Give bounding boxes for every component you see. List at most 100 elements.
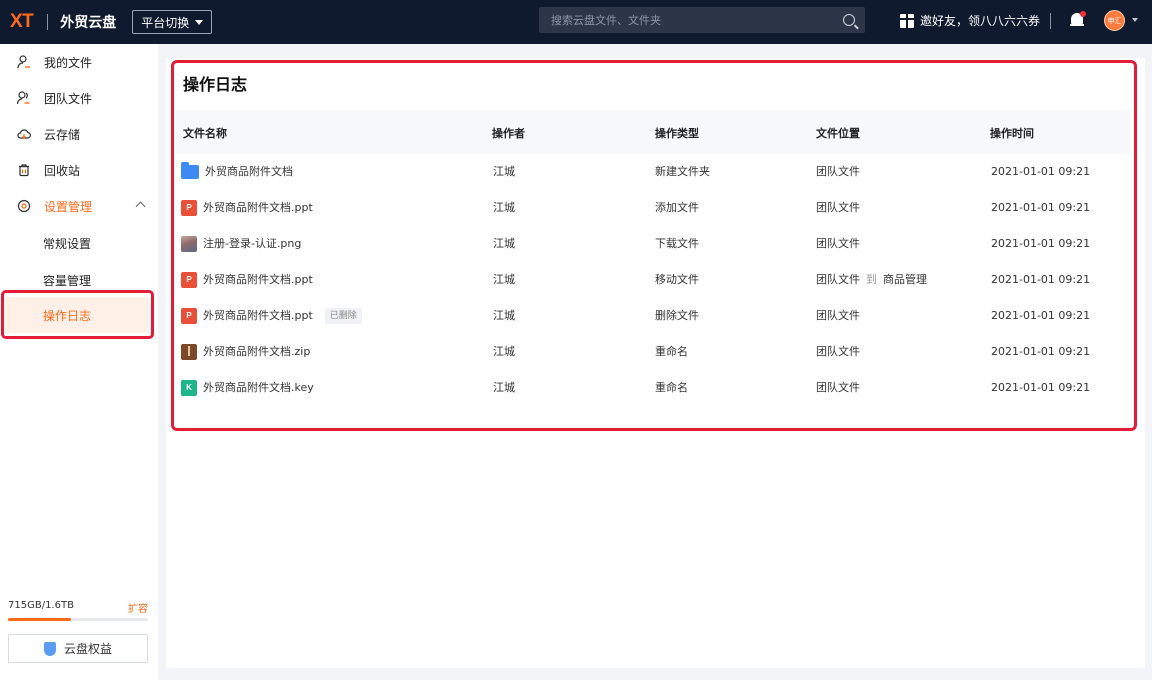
location-cell: 团队文件 bbox=[816, 226, 860, 262]
file-name[interactable]: 外贸商品附件文档.ppt bbox=[203, 262, 313, 298]
operation-type-cell: 重命名 bbox=[655, 345, 688, 358]
ppt-file-icon: P bbox=[181, 308, 197, 324]
divider bbox=[47, 14, 49, 30]
storage-bar-fill bbox=[8, 618, 71, 621]
search-input[interactable] bbox=[551, 13, 843, 27]
operation-type-cell: 下载文件 bbox=[655, 237, 699, 250]
file-name-cell: 外贸商品附件文档.zip bbox=[181, 334, 310, 370]
column-header-file-name: 文件名称 bbox=[183, 127, 227, 140]
file-name[interactable]: 外贸商品附件文档.ppt bbox=[203, 298, 313, 334]
app-name: 外贸云盘 bbox=[60, 15, 117, 31]
file-name[interactable]: 外贸商品附件文档 bbox=[205, 154, 293, 190]
divider bbox=[1050, 13, 1051, 29]
file-name-cell: 外贸商品附件文档 bbox=[181, 154, 293, 190]
column-header-location: 文件位置 bbox=[816, 127, 860, 140]
sidebar-item-my-files[interactable]: 我的文件 bbox=[0, 44, 158, 80]
sidebar-item-team-files[interactable]: 团队文件 bbox=[0, 80, 158, 116]
file-name-cell: P 外贸商品附件文档.ppt bbox=[181, 262, 313, 298]
search-box[interactable] bbox=[539, 7, 865, 33]
file-name-cell: 注册-登录-认证.png bbox=[181, 226, 301, 262]
time-cell: 2021-01-01 09:21 bbox=[991, 273, 1091, 286]
sidebar-item-recycle-bin[interactable]: 回收站 bbox=[0, 152, 158, 188]
sidebar-item-cloud-storage[interactable]: 云存储 bbox=[0, 116, 158, 152]
folder-icon bbox=[181, 162, 199, 179]
location-target: 商品管理 bbox=[883, 273, 927, 286]
location-to-word: 到 bbox=[866, 273, 877, 286]
sidebar-subitem-capacity[interactable]: 容量管理 bbox=[0, 262, 158, 298]
operation-type-cell: 移动文件 bbox=[655, 273, 699, 286]
expand-capacity-link[interactable]: 扩容 bbox=[128, 600, 148, 615]
shield-icon bbox=[43, 641, 56, 656]
sidebar-item-label: 团队文件 bbox=[44, 91, 93, 106]
file-name[interactable]: 注册-登录-认证.png bbox=[203, 226, 301, 262]
location-cell: 团队文件 bbox=[816, 370, 860, 406]
location-text: 团队文件 bbox=[816, 165, 860, 178]
table-row[interactable]: P 外贸商品附件文档.ppt 江城 移动文件 团队文件到商品管理 2021-01-01 0… bbox=[176, 262, 1130, 298]
time-cell: 2021-01-01 09:21 bbox=[991, 237, 1091, 250]
operator-cell: 江城 bbox=[493, 309, 515, 322]
table-row[interactable]: K 外贸商品附件文档.key 江城 重命名 团队文件 2021-01-01 09:21 bbox=[176, 370, 1130, 406]
table-row[interactable]: 注册-登录-认证.png 江城 下载文件 团队文件 2021-01-01 09:21 bbox=[176, 226, 1130, 262]
sidebar-item-settings[interactable]: 设置管理 bbox=[0, 188, 158, 224]
time-cell: 2021-01-01 09:21 bbox=[991, 309, 1091, 322]
table-row[interactable]: 外贸商品附件文档.zip 江城 重命名 团队文件 2021-01-01 09:21 bbox=[176, 334, 1130, 370]
sidebar-subitem-operation-log[interactable]: 操作日志 bbox=[5, 297, 149, 333]
invite-label: 邀好友，领八八六六券 bbox=[920, 14, 1041, 28]
caret-down-icon bbox=[195, 19, 204, 25]
operation-type-cell: 新建文件夹 bbox=[655, 165, 710, 178]
sidebar-item-label: 设置管理 bbox=[44, 199, 93, 214]
table-row[interactable]: 外贸商品附件文档 江城 新建文件夹 团队文件 2021-01-01 09:21 bbox=[176, 154, 1130, 190]
storage-usage: 715GB/1.6TB bbox=[8, 600, 74, 611]
time-cell: 2021-01-01 09:21 bbox=[991, 165, 1091, 178]
trash-icon bbox=[17, 163, 31, 177]
gift-icon bbox=[900, 13, 914, 28]
operation-type-cell: 添加文件 bbox=[655, 201, 699, 214]
caret-down-icon[interactable] bbox=[1132, 18, 1138, 22]
location-text: 团队文件 bbox=[816, 345, 860, 358]
platform-switch-label: 平台切换 bbox=[141, 15, 190, 30]
location-text: 团队文件 bbox=[816, 237, 860, 250]
time-cell: 2021-01-01 09:21 bbox=[991, 345, 1091, 358]
image-file-icon bbox=[181, 236, 197, 252]
sidebar-subitem-general-settings[interactable]: 常规设置 bbox=[0, 225, 158, 261]
operator-cell: 江城 bbox=[493, 381, 515, 394]
bell-icon[interactable] bbox=[1070, 11, 1086, 28]
operator-cell: 江城 bbox=[493, 237, 515, 250]
notification-dot bbox=[1080, 11, 1086, 17]
location-cell: 团队文件 bbox=[816, 298, 860, 334]
avatar[interactable]: 申汇 bbox=[1104, 10, 1125, 31]
file-name[interactable]: 外贸商品附件文档.zip bbox=[203, 334, 310, 370]
cloud-icon bbox=[17, 127, 31, 141]
table-row[interactable]: P 外贸商品附件文档.ppt 江城 添加文件 团队文件 2021-01-01 09:21 bbox=[176, 190, 1130, 226]
user-file-icon bbox=[17, 55, 31, 69]
operator-cell: 江城 bbox=[493, 345, 515, 358]
team-file-icon bbox=[17, 91, 31, 105]
key-file-icon: K bbox=[181, 380, 197, 396]
file-name[interactable]: 外贸商品附件文档.key bbox=[203, 370, 314, 406]
time-cell: 2021-01-01 09:21 bbox=[991, 201, 1091, 214]
deleted-badge: 已删除 bbox=[324, 308, 362, 324]
search-icon[interactable] bbox=[843, 14, 855, 26]
location-text: 团队文件 bbox=[816, 309, 860, 322]
operation-type-cell: 重命名 bbox=[655, 381, 688, 394]
column-header-operator: 操作者 bbox=[492, 127, 525, 140]
table-header bbox=[176, 110, 1130, 154]
table-row[interactable]: P 外贸商品附件文档.ppt 已删除 江城 删除文件 团队文件 2021-01-01 09:… bbox=[176, 298, 1130, 334]
location-text: 团队文件 bbox=[816, 273, 860, 286]
logo[interactable]: XT bbox=[10, 11, 34, 33]
file-name-cell: P 外贸商品附件文档.ppt bbox=[181, 190, 313, 226]
location-cell: 团队文件到商品管理 bbox=[816, 262, 927, 298]
operator-cell: 江城 bbox=[493, 273, 515, 286]
sidebar-item-label: 我的文件 bbox=[44, 55, 93, 70]
platform-switch-button[interactable]: 平台切换 bbox=[132, 10, 213, 34]
file-name[interactable]: 外贸商品附件文档.ppt bbox=[203, 190, 313, 226]
invite-link[interactable]: 邀好友，领八八六六券 bbox=[900, 12, 1040, 29]
cloud-rights-button[interactable]: 云盘权益 bbox=[8, 634, 148, 663]
ppt-file-icon: P bbox=[181, 272, 197, 288]
sidebar-subitem-label: 常规设置 bbox=[43, 236, 92, 251]
operation-type-cell: 删除文件 bbox=[655, 309, 699, 322]
chevron-up-icon[interactable] bbox=[135, 201, 146, 212]
location-cell: 团队文件 bbox=[816, 154, 860, 190]
sidebar-subitem-label: 容量管理 bbox=[43, 273, 92, 288]
page-title: 操作日志 bbox=[183, 75, 248, 94]
